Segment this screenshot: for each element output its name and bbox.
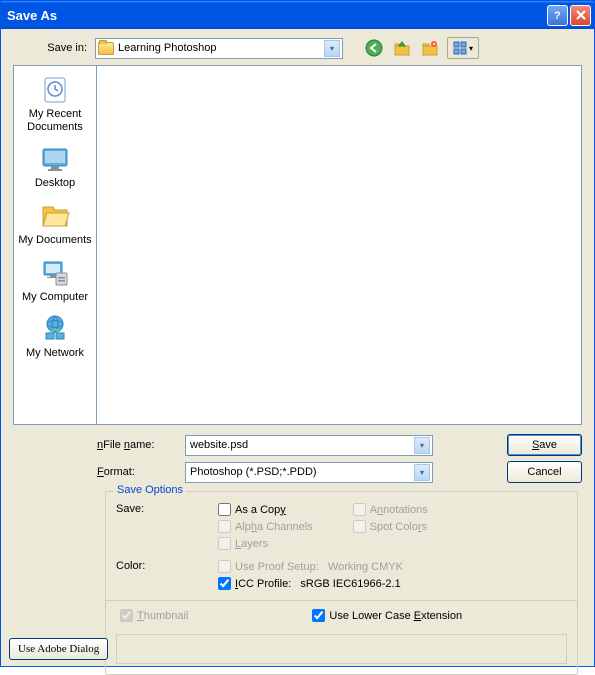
- window-title: Save As: [7, 8, 547, 23]
- color-label: Color:: [116, 560, 218, 572]
- close-button[interactable]: [570, 5, 591, 26]
- format-dropdown[interactable]: Photoshop (*.PSD;*.PDD) ▾: [185, 462, 433, 483]
- sidebar-item-desktop[interactable]: Desktop: [15, 141, 95, 192]
- sidebar-label: My Documents: [18, 234, 91, 247]
- my-network-icon: [39, 313, 71, 345]
- titlebar: Save As ?: [1, 1, 594, 29]
- new-folder-icon: [421, 39, 439, 57]
- chevron-down-icon[interactable]: ▾: [414, 437, 430, 454]
- save-in-label: Save in:: [13, 42, 87, 54]
- close-icon: [576, 10, 586, 20]
- places-sidebar: My Recent Documents Desktop My Documents…: [13, 65, 97, 425]
- layers-checkbox: Layers: [218, 537, 313, 550]
- file-list[interactable]: [97, 65, 582, 425]
- lowercase-ext-checkbox[interactable]: Use Lower Case Extension: [312, 609, 462, 622]
- sidebar-label: My Recent Documents: [15, 108, 95, 133]
- sidebar-label: My Network: [26, 347, 84, 360]
- proof-setup-checkbox: Use Proof Setup: Working CMYK: [218, 560, 403, 573]
- titlebar-buttons: ?: [547, 5, 591, 26]
- recent-documents-icon: [39, 74, 71, 106]
- view-icon: [453, 41, 467, 55]
- folder-icon: [98, 42, 114, 55]
- sidebar-item-mydocs[interactable]: My Documents: [15, 198, 95, 249]
- footer: Use Adobe Dialog: [9, 638, 108, 660]
- as-copy-checkbox[interactable]: As a Copy: [218, 503, 313, 516]
- save-in-dropdown[interactable]: Learning Photoshop ▾: [95, 38, 343, 59]
- spot-colors-checkbox: Spot Colors: [353, 520, 428, 533]
- filename-value: website.psd: [190, 439, 414, 451]
- filename-input[interactable]: website.psd ▾: [185, 435, 433, 456]
- format-value: Photoshop (*.PSD;*.PDD): [190, 466, 414, 478]
- sidebar-item-mycomputer[interactable]: My Computer: [15, 255, 95, 306]
- svg-text:?: ?: [554, 10, 561, 21]
- save-as-dialog: Save As ? Save in: Learning Photoshop ▾: [0, 0, 595, 667]
- new-folder-button[interactable]: [419, 37, 441, 59]
- save-label: Save:: [116, 503, 218, 515]
- save-button[interactable]: Save: [507, 434, 582, 456]
- use-adobe-dialog-button[interactable]: Use Adobe Dialog: [9, 638, 108, 660]
- format-label: Format:: [97, 466, 185, 478]
- back-arrow-icon: [364, 38, 384, 58]
- chevron-down-icon: ▾: [469, 44, 473, 53]
- thumbnail-checkbox: Thumbnail: [116, 607, 192, 624]
- sidebar-label: My Computer: [22, 291, 88, 304]
- info-field: [116, 634, 567, 664]
- desktop-icon: [39, 143, 71, 175]
- toolbar-nav-icons: ▾: [363, 37, 479, 59]
- back-button[interactable]: [363, 37, 385, 59]
- up-folder-icon: [393, 39, 411, 57]
- main-area: My Recent Documents Desktop My Documents…: [1, 65, 594, 425]
- sidebar-item-network[interactable]: My Network: [15, 311, 95, 362]
- toolbar: Save in: Learning Photoshop ▾ ▾: [1, 29, 594, 65]
- sidebar-label: Desktop: [35, 177, 75, 190]
- my-documents-icon: [39, 200, 71, 232]
- alpha-channels-checkbox: Alpha Channels: [218, 520, 313, 533]
- annotations-checkbox: Annotations: [353, 503, 428, 516]
- help-button[interactable]: ?: [547, 5, 568, 26]
- save-options-group: Save Options Save: As a Copy Alpha Chann…: [105, 491, 578, 675]
- my-computer-icon: [39, 257, 71, 289]
- view-menu-button[interactable]: ▾: [447, 37, 479, 59]
- sidebar-item-recent[interactable]: My Recent Documents: [15, 72, 95, 135]
- help-icon: ?: [553, 9, 563, 21]
- save-options-title: Save Options: [114, 484, 186, 496]
- cancel-button[interactable]: Cancel: [507, 461, 582, 483]
- chevron-down-icon[interactable]: ▾: [414, 464, 430, 481]
- up-button[interactable]: [391, 37, 413, 59]
- folder-name: Learning Photoshop: [118, 42, 324, 54]
- icc-profile-checkbox[interactable]: ICC Profile: sRGB IEC61966-2.1: [218, 577, 403, 590]
- filename-label: nFile name:File name:: [97, 439, 185, 451]
- chevron-down-icon[interactable]: ▾: [324, 40, 340, 57]
